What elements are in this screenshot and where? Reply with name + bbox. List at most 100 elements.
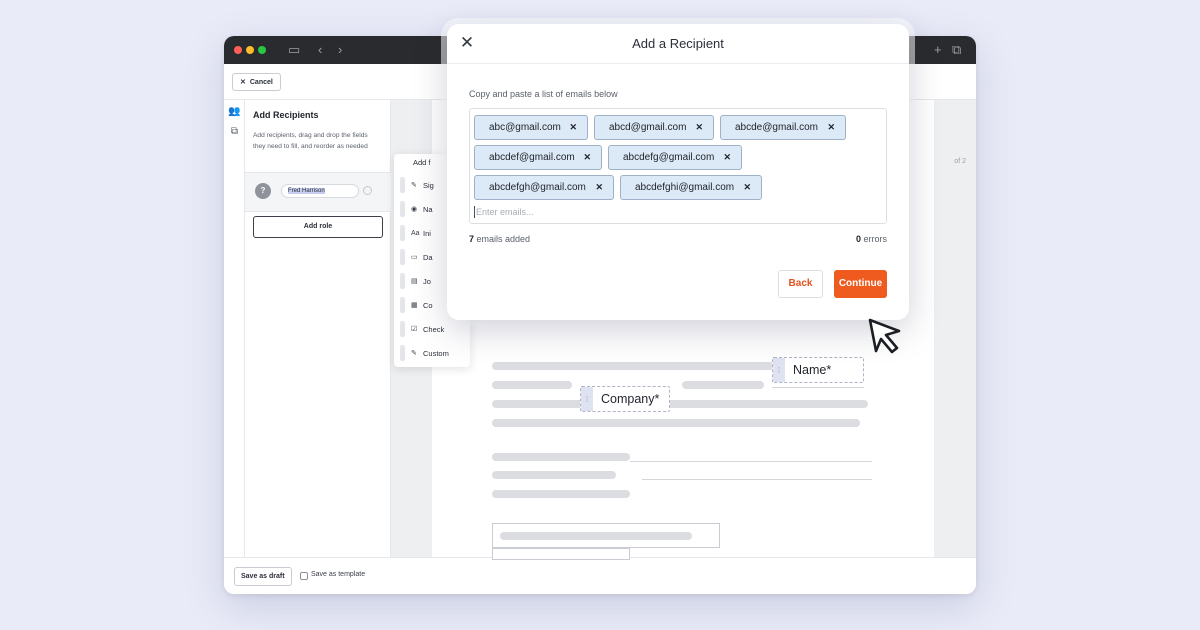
- email-chip: abc@gmail.com ✕: [474, 115, 588, 140]
- drag-handle[interactable]: [400, 177, 405, 193]
- recipient-role-row[interactable]: ? Fred Harrison: [245, 172, 391, 212]
- side-rail: 👥 ⧉: [224, 100, 245, 557]
- modal-header: ✕ Add a Recipient: [447, 24, 909, 64]
- field-item-custom[interactable]: ✎ Custom: [400, 344, 470, 362]
- underline: [630, 461, 872, 462]
- mouse-cursor-icon: [868, 318, 901, 354]
- text-icon: Aa: [411, 229, 420, 237]
- editor-footer: Save as draft Save as template: [224, 557, 976, 594]
- table-cell: [492, 548, 630, 560]
- person-icon: ◉: [411, 206, 418, 213]
- panel-title: Add Recipients: [253, 110, 319, 120]
- field-item-label: Da: [423, 252, 433, 262]
- panel-description: Add recipients, drag and drop the fields…: [253, 132, 368, 150]
- email-chip-text: abc@gmail.com: [489, 122, 561, 133]
- email-chip-text: abcdefghi@gmail.com: [635, 182, 735, 193]
- drag-handle-icon[interactable]: ⁞: [773, 358, 785, 382]
- add-recipient-modal: ✕ Add a Recipient Copy and paste a list …: [447, 24, 909, 320]
- minimize-window-button[interactable]: [246, 46, 254, 54]
- company-field-chip[interactable]: ⁞ Company*: [580, 386, 670, 412]
- add-role-button[interactable]: Add role: [253, 216, 383, 238]
- text-line: [492, 381, 572, 389]
- email-chip-text: abcde@gmail.com: [735, 122, 818, 133]
- field-item-checkbox[interactable]: ☑ Check: [400, 320, 470, 338]
- modal-instructions: Copy and paste a list of emails below: [469, 89, 618, 99]
- briefcase-icon: ▤: [411, 278, 418, 285]
- drag-handle[interactable]: [400, 201, 405, 217]
- drag-handle[interactable]: [400, 249, 405, 265]
- remove-chip-icon[interactable]: ✕: [569, 122, 577, 133]
- remove-chip-icon[interactable]: ✕: [583, 152, 591, 163]
- maximize-window-button[interactable]: [258, 46, 266, 54]
- text-line: [682, 381, 764, 389]
- drag-handle[interactable]: [400, 345, 405, 361]
- email-chip: abcde@gmail.com ✕: [720, 115, 846, 140]
- forward-arrow-icon[interactable]: ›: [338, 42, 342, 58]
- remove-chip-icon[interactable]: ✕: [723, 152, 731, 163]
- close-window-button[interactable]: [234, 46, 242, 54]
- name-field-chip[interactable]: ⁞ Name*: [772, 357, 864, 383]
- save-draft-button[interactable]: Save as draft: [234, 567, 292, 586]
- building-icon: ▦: [411, 302, 418, 309]
- field-item-label: Na: [423, 204, 433, 214]
- text-caret: [474, 206, 475, 218]
- email-chip-text: abcd@gmail.com: [609, 122, 687, 133]
- drag-handle[interactable]: [400, 273, 405, 289]
- drag-handle[interactable]: [400, 321, 405, 337]
- text-line: [492, 400, 868, 408]
- back-arrow-icon[interactable]: ‹: [318, 42, 322, 58]
- checkbox-icon: ☑: [411, 326, 418, 333]
- underline: [772, 387, 864, 388]
- text-line: [492, 490, 630, 498]
- continue-button[interactable]: Continue: [834, 270, 887, 298]
- email-chip: abcdefghi@gmail.com ✕: [620, 175, 762, 200]
- text-line: [492, 419, 860, 427]
- calendar-icon: ▭: [411, 254, 418, 261]
- remove-chip-icon[interactable]: ✕: [595, 182, 603, 193]
- name-field-label: Name*: [793, 363, 832, 377]
- back-button[interactable]: Back: [778, 270, 823, 298]
- remove-chip-icon[interactable]: ✕: [695, 122, 703, 133]
- documents-icon[interactable]: ⧉: [228, 126, 241, 139]
- save-template-checkbox[interactable]: [300, 572, 308, 580]
- recipient-name-text: Fred Harrison: [288, 188, 325, 194]
- drag-handle[interactable]: [400, 225, 405, 241]
- cancel-button[interactable]: ✕ Cancel: [232, 73, 281, 91]
- email-chip-text: abcdef@gmail.com: [489, 152, 575, 163]
- underline: [642, 479, 872, 480]
- close-icon: ✕: [240, 79, 246, 86]
- email-chip: abcdef@gmail.com ✕: [474, 145, 602, 170]
- avatar: ?: [255, 183, 271, 199]
- modal-title: Add a Recipient: [632, 36, 724, 51]
- field-item-label: Co: [423, 300, 433, 310]
- page-indicator: of 2: [954, 158, 966, 165]
- added-count-suffix: emails added: [474, 234, 531, 244]
- table-text-line: [500, 532, 692, 540]
- field-item-label: Check: [423, 324, 445, 334]
- recipients-panel: Add Recipients Add recipients, drag and …: [245, 100, 391, 557]
- text-line: [492, 453, 630, 461]
- fields-menu-header: Add f: [413, 158, 431, 167]
- field-item-label: Custom: [423, 348, 449, 358]
- info-icon[interactable]: [363, 186, 372, 195]
- drag-handle[interactable]: [400, 297, 405, 313]
- remove-chip-icon[interactable]: ✕: [827, 122, 835, 133]
- new-tab-icon[interactable]: +: [934, 42, 942, 58]
- field-item-label: Sig: [423, 180, 434, 190]
- remove-chip-icon[interactable]: ✕: [743, 182, 751, 193]
- text-line: [492, 362, 774, 370]
- error-count-suffix: errors: [860, 234, 887, 244]
- email-chip-text: abcdefg@gmail.com: [623, 152, 715, 163]
- emails-added-count: 7 emails added: [469, 234, 530, 244]
- save-template-label: Save as template: [311, 571, 366, 578]
- drag-handle-icon[interactable]: ⁞: [581, 387, 593, 411]
- sidebar-toggle-icon[interactable]: ▭: [288, 42, 300, 58]
- recipients-icon[interactable]: 👥: [228, 106, 241, 119]
- email-list-box[interactable]: abc@gmail.com ✕ abcd@gmail.com ✕ abcde@g…: [469, 108, 887, 224]
- email-chip: abcdefgh@gmail.com ✕: [474, 175, 614, 200]
- recipient-name-input[interactable]: Fred Harrison: [281, 184, 359, 198]
- email-chip-text: abcdefgh@gmail.com: [489, 182, 586, 193]
- email-input[interactable]: [476, 205, 876, 219]
- pencil-icon: ✎: [411, 350, 417, 357]
- tabs-overview-icon[interactable]: ⧉: [952, 42, 961, 58]
